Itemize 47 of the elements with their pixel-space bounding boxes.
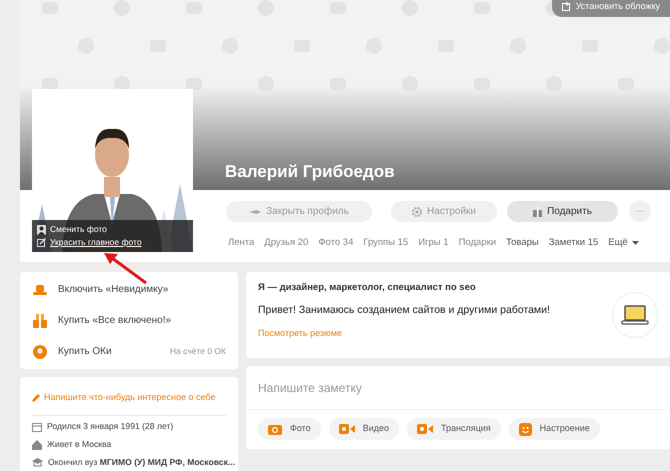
house-icon xyxy=(32,440,42,450)
note-field[interactable]: Напишите заметку xyxy=(246,366,670,410)
balance-text: На счёте 0 ОК xyxy=(170,345,226,358)
post-type-button[interactable]: Трансляция xyxy=(406,418,501,440)
service-link[interactable]: Включить «Невидимку» xyxy=(20,274,238,305)
profile-fact: Родился 3 января 1991 (28 лет) xyxy=(47,420,174,433)
post-type-button[interactable]: Фото xyxy=(258,418,321,440)
post-type-button[interactable]: Настроение xyxy=(508,418,600,440)
bio-text: Привет! Занимаюсь созданием сайтов и другими работами! xyxy=(258,303,550,318)
graduation-cap-icon xyxy=(32,458,43,467)
hat-icon xyxy=(33,284,47,294)
camera-icon xyxy=(268,423,282,435)
caret-icon xyxy=(632,241,639,246)
profile-fact: Живет в Москва xyxy=(47,438,112,451)
calendar-icon xyxy=(32,422,42,432)
nav-tab[interactable]: Ещё xyxy=(608,236,639,250)
set-cover-button[interactable]: Установить обложку xyxy=(552,0,670,16)
nav-tab[interactable]: Игры 1 xyxy=(418,236,449,250)
nav-tab[interactable]: Фото 34 xyxy=(318,236,354,250)
nav-tab[interactable]: Лента xyxy=(228,236,254,250)
photo-action-link[interactable]: Сменить фото xyxy=(37,223,107,236)
annotation-arrow xyxy=(104,253,147,284)
profile-fact: Окончил вуз МГИМО (У) МИД РФ, Московск... xyxy=(48,456,236,469)
image-plus-icon xyxy=(562,2,571,12)
pencil-icon xyxy=(32,394,40,402)
video-camera-icon xyxy=(338,424,355,434)
edit-icon xyxy=(37,238,46,247)
nav-tab[interactable]: Товары xyxy=(506,236,539,250)
post-type-button[interactable]: Видео xyxy=(328,418,399,440)
gift-icon xyxy=(533,206,542,216)
laptop-icon xyxy=(612,292,658,338)
video-camera-icon xyxy=(416,424,433,434)
settings-icon xyxy=(412,206,422,216)
service-link[interactable]: Купить «Все включено!» xyxy=(20,305,238,336)
nav-tab[interactable]: Группы 15 xyxy=(363,236,408,250)
bio-title: Я — дизайнер, маркетолог, специалист по seo xyxy=(258,281,477,295)
service-link[interactable]: Купить ОКи На счёте 0 ОК xyxy=(20,336,238,367)
profile-name: Валерий Грибоедов xyxy=(225,162,395,182)
smile-icon xyxy=(518,422,532,436)
nav-tab[interactable]: Друзья 20 xyxy=(264,236,308,250)
coin-icon xyxy=(33,344,47,358)
gifts-icon xyxy=(33,314,47,328)
nav-tab[interactable]: Заметки 15 xyxy=(548,236,598,250)
action-button[interactable]: Подарить xyxy=(507,201,618,222)
user-icon xyxy=(37,224,46,234)
photo-action-link[interactable]: Украсить главное фото xyxy=(37,236,142,249)
nav-tab[interactable]: Подарки xyxy=(458,236,496,250)
